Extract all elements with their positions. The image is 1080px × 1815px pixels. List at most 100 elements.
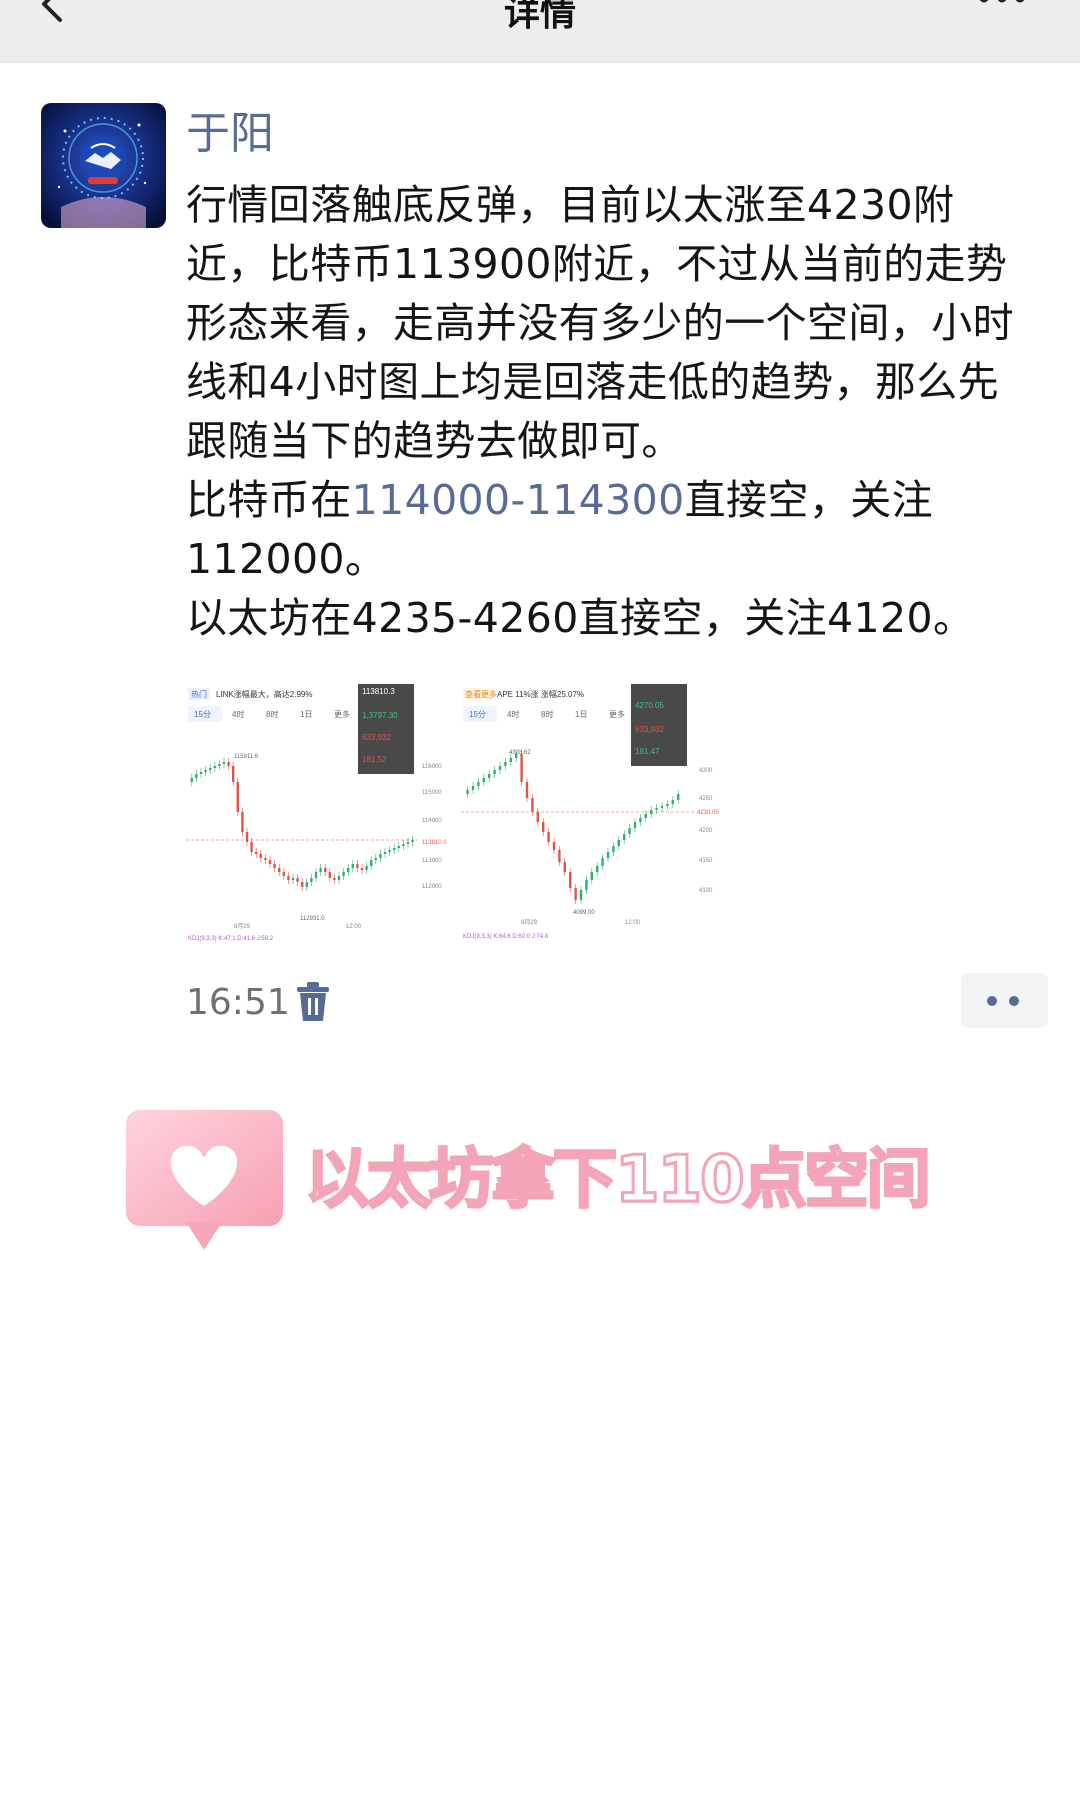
thumb-indicator: KDJ(9,3,3) K:47.1 D:41.6 J:58.2	[188, 936, 274, 942]
eth-line: 以太坊在4235-4260直接空，关注4120。	[186, 594, 975, 642]
candle	[623, 834, 626, 840]
candle	[606, 852, 610, 858]
candle	[273, 864, 276, 868]
thumb-date: 8月29	[234, 923, 251, 930]
candle	[509, 758, 512, 762]
candle	[488, 774, 491, 778]
thumb-axis-label: 113000	[422, 858, 442, 864]
thumb-axis-label: 4100	[699, 888, 713, 894]
candle	[282, 872, 285, 876]
candle	[296, 878, 299, 882]
thumb-interval: 4时	[507, 709, 519, 719]
candle	[628, 828, 631, 834]
candle	[601, 858, 604, 866]
thumb-axis-label: 115000	[422, 790, 442, 796]
thumb-panel-value: 633,932	[362, 733, 391, 742]
candle	[360, 868, 364, 870]
thumb-axis-label: 4200	[699, 828, 713, 834]
candle	[563, 862, 566, 872]
candle	[493, 770, 496, 774]
top-nav-bar: 详情	[0, 0, 1080, 63]
thumb-interval: 1日	[300, 710, 312, 719]
thumb-axis-label: 4150	[699, 858, 713, 864]
thumb-panel-value: 1,3797.30	[362, 711, 398, 720]
candle	[328, 872, 331, 878]
thumb-interval: 更多	[334, 709, 350, 719]
btc-range-link[interactable]: 114000-114300	[352, 476, 685, 524]
chart-thumbnail-btc[interactable]: 热门 LINK涨幅最大，高达2.99% 15分 4时 8时 1日 更多 1138…	[186, 682, 454, 950]
thumb-axis-label: 112000	[422, 884, 442, 890]
candle	[655, 808, 658, 810]
candle	[666, 804, 669, 806]
candle	[264, 858, 267, 860]
candle	[319, 868, 322, 872]
handshake-logo-icon	[41, 103, 166, 228]
thumb-interval: 更多	[609, 709, 625, 719]
candle	[617, 840, 620, 846]
candle	[515, 754, 518, 758]
candle	[633, 822, 637, 828]
candle	[388, 850, 391, 852]
thumb-tab: 热门	[191, 689, 207, 699]
thumb-interval: 8时	[541, 709, 553, 719]
candle	[232, 766, 235, 782]
more-dots-icon[interactable]	[961, 973, 1048, 1028]
candle	[671, 800, 674, 804]
candle	[374, 858, 377, 860]
candle	[347, 868, 350, 872]
thumb-panel-value: 633,932	[635, 725, 664, 734]
avatar[interactable]	[41, 103, 166, 228]
candle	[525, 782, 529, 798]
thumb-high-price: 4328.62	[509, 750, 531, 756]
candle	[222, 762, 226, 764]
thumb-panel-value: 181,52	[362, 755, 387, 764]
candle	[365, 866, 368, 870]
candle	[531, 798, 534, 812]
candle	[342, 872, 345, 876]
candle	[351, 864, 354, 868]
candle	[590, 872, 593, 880]
candle	[650, 810, 653, 814]
candle	[406, 842, 410, 844]
author-name[interactable]: 于阳	[186, 106, 274, 162]
candle	[536, 812, 539, 822]
candle	[639, 818, 642, 822]
candle	[558, 850, 561, 862]
thumb-axis-label: 114000	[422, 818, 442, 824]
ellipsis-icon[interactable]	[972, 0, 1032, 14]
candle	[333, 878, 336, 880]
chart-thumbnail-eth[interactable]: 查看更多 APE 11%涨 涨幅25.07% 15分 4时 8时 1日 更多 4…	[461, 682, 729, 950]
thumb-low-price: 112931.0	[300, 916, 325, 922]
candle	[227, 762, 230, 766]
candle	[677, 794, 680, 800]
dot	[987, 996, 997, 1006]
thumb-interval: 15分	[469, 710, 486, 719]
candle	[569, 872, 572, 888]
thumb-axis-label: 4250	[699, 796, 713, 802]
candle	[190, 778, 193, 782]
candle	[241, 812, 244, 832]
candle	[383, 852, 387, 854]
thumb-axis-label: 4300	[699, 768, 713, 774]
candle	[477, 782, 480, 786]
candle	[337, 876, 341, 880]
post-paragraph: 行情回落触底反弹，目前以太涨至4230附近，比特币113900附近，不过从当前的…	[186, 181, 1014, 465]
candle	[574, 888, 577, 900]
candle	[471, 786, 475, 790]
candle	[379, 854, 382, 858]
candle	[268, 860, 272, 864]
candle	[287, 876, 290, 880]
candle	[504, 762, 507, 766]
post-time: 16:51	[186, 982, 290, 1023]
candle	[520, 754, 523, 782]
candle	[236, 782, 239, 812]
candle	[356, 864, 359, 868]
trash-icon[interactable]	[295, 982, 331, 1022]
candle	[466, 790, 469, 794]
candle	[585, 880, 588, 890]
candle	[199, 772, 203, 774]
candle	[370, 860, 373, 866]
candle	[498, 766, 502, 770]
thumb-time: 12:00	[625, 920, 641, 926]
thumb-panel-value: 181.47	[635, 747, 660, 756]
